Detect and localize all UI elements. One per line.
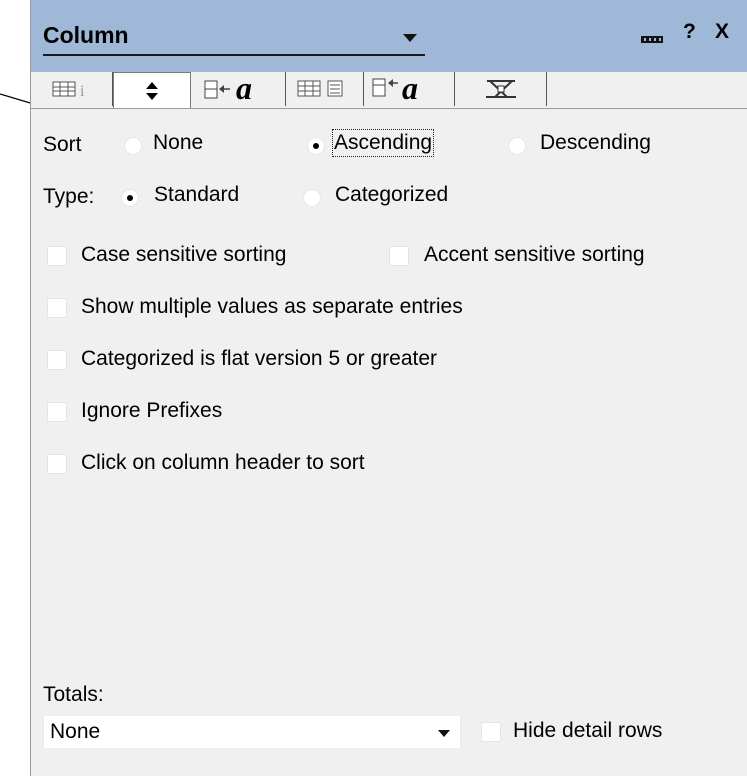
title-font-icon: a (372, 74, 418, 104)
type-categorized-radio[interactable] (303, 189, 321, 207)
column-properties-panel: Column ? X i a a Sort None Ascending Des… (30, 0, 747, 776)
chevron-down-icon (403, 34, 417, 42)
multiple-values-label: Show multiple values as separate entries (81, 295, 463, 318)
sort-descending-label: Descending (540, 131, 651, 154)
totals-value: None (50, 720, 101, 743)
collapse-button[interactable] (641, 26, 663, 50)
svg-text:i: i (80, 83, 85, 99)
sort-none-label: None (153, 131, 204, 154)
title-font-glyph: a (402, 74, 418, 104)
close-button[interactable]: X (715, 20, 729, 44)
panel-title: Column (43, 22, 129, 48)
sort-label: Sort (43, 133, 82, 156)
tab-title-font[interactable]: a (364, 72, 455, 106)
categorized-flat-checkbox[interactable] (47, 350, 67, 370)
font-glyph: a (236, 74, 252, 104)
accent-sensitive-checkbox[interactable] (389, 246, 409, 266)
tab-font[interactable]: a (197, 72, 286, 106)
type-categorized-label: Categorized (335, 183, 449, 206)
tab-strip: i a a (31, 72, 747, 109)
tab-column-info[interactable]: i (33, 72, 113, 106)
click-header-checkbox[interactable] (47, 454, 67, 474)
hide-detail-checkbox[interactable] (481, 722, 501, 742)
type-standard-radio[interactable] (121, 189, 139, 207)
font-icon: a (204, 74, 252, 104)
tab-number-format[interactable] (286, 72, 364, 106)
sort-tab-content: Sort None Ascending Descending Type: Sta… (31, 108, 747, 777)
ignore-prefixes-label: Ignore Prefixes (81, 399, 223, 422)
click-header-label: Click on column header to sort (81, 451, 365, 474)
collapse-icon (641, 36, 663, 43)
totals-dropdown[interactable]: None (43, 715, 461, 749)
tab-advanced[interactable] (455, 72, 547, 106)
categorized-flat-label: Categorized is flat version 5 or greater (81, 347, 438, 370)
sort-descending-radio[interactable] (508, 137, 526, 155)
hide-detail-label: Hide detail rows (513, 719, 663, 742)
multiple-values-checkbox[interactable] (47, 298, 67, 318)
title-bar: Column ? X (31, 0, 747, 72)
help-button[interactable]: ? (683, 20, 696, 44)
accent-sensitive-label: Accent sensitive sorting (424, 243, 645, 266)
advanced-icon (485, 80, 516, 98)
totals-label: Totals: (43, 683, 104, 706)
sort-icon (146, 82, 158, 100)
sort-ascending-radio[interactable] (307, 137, 325, 155)
ignore-prefixes-checkbox[interactable] (47, 402, 67, 422)
tab-sort[interactable] (113, 72, 191, 109)
case-sensitive-checkbox[interactable] (47, 246, 67, 266)
sort-ascending-label: Ascending (331, 129, 435, 157)
sort-none-radio[interactable] (124, 137, 142, 155)
type-standard-label: Standard (154, 183, 240, 206)
chevron-down-icon (438, 730, 450, 737)
column-info-icon: i (52, 81, 85, 99)
number-format-icon (297, 80, 342, 97)
type-label: Type: (43, 185, 95, 208)
panel-selector-dropdown[interactable]: Column (43, 22, 425, 56)
case-sensitive-label: Case sensitive sorting (81, 243, 287, 266)
